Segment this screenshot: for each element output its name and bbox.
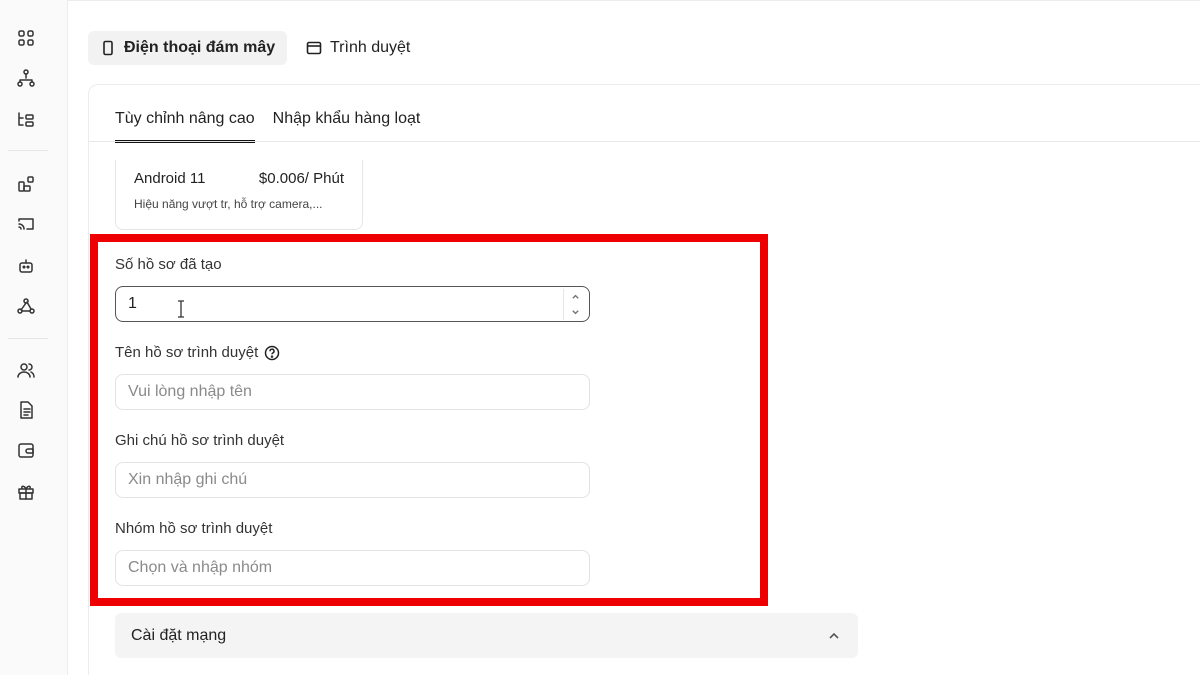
chevron-down-icon bbox=[572, 309, 579, 315]
tab-cloud-phone-label: Điện thoại đám mây bbox=[124, 39, 276, 56]
stepper-controls bbox=[563, 289, 587, 320]
sidebar bbox=[0, 0, 68, 675]
decrement-button[interactable] bbox=[564, 305, 587, 321]
profile-count-input[interactable] bbox=[116, 287, 589, 321]
profile-note-field[interactable] bbox=[115, 462, 590, 498]
tab-browser[interactable]: Trình duyệt bbox=[294, 31, 422, 65]
profile-count-stepper[interactable] bbox=[115, 286, 590, 322]
webhook-icon[interactable] bbox=[14, 294, 38, 318]
sidebar-divider bbox=[8, 338, 48, 339]
group-label: Nhóm hồ sơ trình duyệt bbox=[115, 520, 272, 537]
browser-icon bbox=[306, 41, 322, 55]
help-icon[interactable] bbox=[264, 345, 280, 361]
tab-advanced[interactable]: Tùy chỉnh nâng cao bbox=[115, 100, 255, 143]
tab-bulk-import[interactable]: Nhập khẩu hàng loạt bbox=[273, 100, 421, 143]
cast-icon[interactable] bbox=[14, 212, 38, 236]
profile-name-field[interactable] bbox=[115, 374, 590, 410]
sidebar-divider bbox=[8, 150, 48, 151]
users-icon[interactable] bbox=[14, 358, 38, 382]
profile-group-input[interactable] bbox=[116, 551, 589, 585]
tab-browser-label: Trình duyệt bbox=[330, 39, 411, 56]
profile-group-field[interactable] bbox=[115, 550, 590, 586]
name-label: Tên hồ sơ trình duyệt bbox=[115, 344, 280, 361]
wallet-icon[interactable] bbox=[14, 438, 38, 462]
chevron-up-icon bbox=[829, 632, 839, 639]
phone-icon bbox=[103, 40, 113, 56]
count-label-text: Số hồ sơ đã tạo bbox=[115, 256, 222, 273]
network-settings-label: Cài đặt mạng bbox=[131, 626, 227, 644]
tree-icon[interactable] bbox=[14, 108, 38, 132]
grid-icon[interactable] bbox=[14, 26, 38, 50]
network-settings-accordion[interactable]: Cài đặt mạng bbox=[115, 613, 858, 658]
top-border bbox=[68, 0, 1200, 1]
group-label-text: Nhóm hồ sơ trình duyệt bbox=[115, 520, 273, 537]
note-label: Ghi chú hồ sơ trình duyệt bbox=[115, 432, 284, 449]
plan-card[interactable]: Android 11 $0.006/ Phút Hiệu năng vượt t… bbox=[115, 160, 363, 230]
name-label-text: Tên hồ sơ trình duyệt bbox=[115, 344, 259, 361]
plan-description: Hiệu năng vượt tr, hỗ trợ camera,... bbox=[134, 197, 323, 211]
apps-icon[interactable] bbox=[14, 172, 38, 196]
sitemap-icon[interactable] bbox=[14, 66, 38, 90]
tab-cloud-phone[interactable]: Điện thoại đám mây bbox=[88, 31, 288, 65]
robot-icon[interactable] bbox=[14, 254, 38, 278]
more-icon[interactable]: ⋮ bbox=[1194, 110, 1200, 131]
tab-divider bbox=[89, 141, 1200, 142]
profile-name-input[interactable] bbox=[116, 375, 589, 409]
increment-button[interactable] bbox=[564, 289, 587, 305]
plan-name: Android 11 bbox=[134, 170, 206, 187]
note-label-text: Ghi chú hồ sơ trình duyệt bbox=[115, 432, 285, 449]
plan-price: $0.006/ Phút bbox=[258, 170, 344, 187]
document-icon[interactable] bbox=[14, 398, 38, 422]
sub-tabs: Tùy chỉnh nâng cao Nhập khẩu hàng loạt bbox=[115, 100, 420, 143]
chevron-up-icon bbox=[572, 294, 579, 300]
text-cursor-icon bbox=[176, 299, 186, 319]
profile-note-input[interactable] bbox=[116, 463, 589, 497]
count-label: Số hồ sơ đã tạo bbox=[115, 256, 222, 273]
gift-icon[interactable] bbox=[14, 480, 38, 504]
